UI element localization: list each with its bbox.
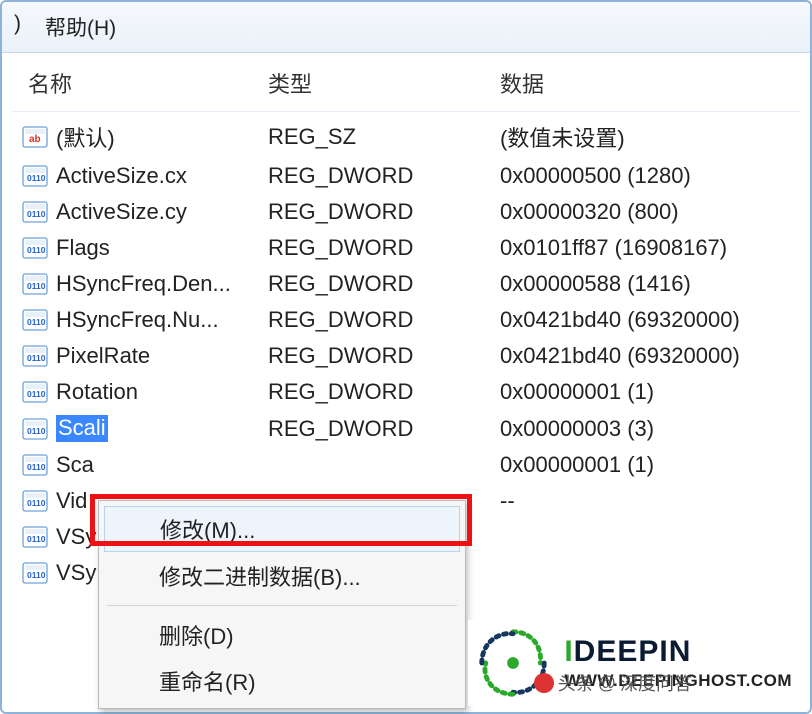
svg-text:ab: ab — [29, 134, 41, 145]
value-type: REG_DWORD — [268, 235, 500, 261]
column-headers: 名称 类型 数据 — [12, 57, 800, 112]
reg-binary-icon: 0110 — [22, 165, 48, 187]
value-data: (数值未设置) — [500, 121, 796, 153]
svg-text:0110: 0110 — [27, 353, 46, 363]
svg-text:0110: 0110 — [27, 281, 46, 291]
value-data: 0x00000001 (1) — [500, 452, 796, 478]
value-type: REG_DWORD — [268, 379, 500, 405]
value-type: REG_DWORD — [268, 163, 500, 189]
byline-at: @ — [598, 673, 616, 694]
ctx-separator — [107, 605, 457, 606]
svg-text:0110: 0110 — [27, 209, 46, 219]
value-name: Sca — [56, 452, 94, 478]
reg-binary-icon: 0110 — [22, 381, 48, 403]
reg-binary-icon: 0110 — [22, 526, 48, 548]
menu-help[interactable]: 帮助(H) — [33, 8, 128, 46]
value-data: 0x0421bd40 (69320000) — [500, 343, 796, 369]
value-name: Scali — [56, 415, 108, 442]
reg-binary-icon: 0110 — [22, 273, 48, 295]
byline: 头条 @ 深度问答 — [534, 670, 692, 696]
svg-text:0110: 0110 — [27, 498, 46, 508]
table-row[interactable]: 0110 Flags REG_DWORD0x0101ff87 (16908167) — [12, 230, 800, 266]
ctx-modify-binary[interactable]: 修改二进制数据(B)... — [101, 553, 463, 599]
value-name: ActiveSize.cx — [56, 163, 187, 189]
svg-text:0110: 0110 — [27, 173, 46, 183]
value-name: (默认) — [56, 121, 115, 153]
value-data: 0x00000320 (800) — [500, 199, 796, 225]
table-row[interactable]: 0110 Scali REG_DWORD0x00000003 (3) — [12, 410, 800, 447]
table-row[interactable]: 0110 Sca 0x00000001 (1) — [12, 447, 800, 483]
svg-text:0110: 0110 — [27, 534, 46, 544]
value-data: 0x00000500 (1280) — [500, 163, 796, 189]
reg-binary-icon: 0110 — [22, 309, 48, 331]
svg-text:0110: 0110 — [27, 317, 46, 327]
value-data: 0x00000588 (1416) — [500, 271, 796, 297]
reg-binary-icon: 0110 — [22, 418, 48, 440]
value-type: REG_DWORD — [268, 343, 500, 369]
column-type[interactable]: 类型 — [268, 67, 500, 99]
reg-binary-icon: 0110 — [22, 201, 48, 223]
value-type: REG_DWORD — [268, 271, 500, 297]
svg-text:0110: 0110 — [27, 389, 46, 399]
watermark-brand: IDEEPIN — [564, 635, 691, 669]
value-name: VSy — [56, 524, 96, 550]
reg-binary-icon: 0110 — [22, 490, 48, 512]
table-row[interactable]: 0110 HSyncFreq.Nu... REG_DWORD0x0421bd40 (… — [12, 302, 800, 338]
column-name[interactable]: 名称 — [28, 67, 268, 99]
value-type: REG_SZ — [268, 124, 500, 150]
reg-binary-icon: 0110 — [22, 345, 48, 367]
ctx-rename[interactable]: 重命名(R) — [101, 658, 463, 704]
value-name: Flags — [56, 235, 110, 261]
table-row[interactable]: 0110 HSyncFreq.Den... REG_DWORD0x00000588 … — [12, 266, 800, 302]
context-menu: 修改(M)... 修改二进制数据(B)... 删除(D) 重命名(R) — [98, 500, 466, 709]
table-row[interactable]: 0110 ActiveSize.cy REG_DWORD0x00000320 (80… — [12, 194, 800, 230]
menubar-truncated: ) — [2, 8, 33, 46]
table-row[interactable]: 0110 Rotation REG_DWORD0x00000001 (1) — [12, 374, 800, 410]
value-type: REG_DWORD — [268, 199, 500, 225]
reg-binary-icon: 0110 — [22, 562, 48, 584]
value-data: -- — [500, 488, 796, 514]
value-data: 0x00000001 (1) — [500, 379, 796, 405]
ctx-delete[interactable]: 删除(D) — [101, 612, 463, 658]
reg-binary-icon: 0110 — [22, 454, 48, 476]
menubar: ) 帮助(H) — [2, 2, 810, 53]
reg-binary-icon: 0110 — [22, 237, 48, 259]
svg-text:0110: 0110 — [27, 462, 46, 472]
value-name: VSy — [56, 560, 96, 586]
avatar-icon — [534, 673, 554, 693]
value-type: REG_DWORD — [268, 307, 500, 333]
reg-sz-icon: ab — [22, 126, 48, 148]
value-type: REG_DWORD — [268, 416, 500, 442]
value-name: HSyncFreq.Den... — [56, 271, 231, 297]
svg-text:0110: 0110 — [27, 570, 46, 580]
ctx-modify[interactable]: 修改(M)... — [104, 506, 460, 552]
value-data: 0x0421bd40 (69320000) — [500, 307, 796, 333]
byline-prefix: 头条 — [558, 670, 594, 696]
table-row[interactable]: ab (默认) REG_SZ(数值未设置) — [12, 116, 800, 158]
svg-text:0110: 0110 — [27, 426, 46, 436]
value-name: PixelRate — [56, 343, 150, 369]
value-name: Rotation — [56, 379, 138, 405]
value-name: HSyncFreq.Nu... — [56, 307, 219, 333]
column-data[interactable]: 数据 — [500, 67, 790, 99]
value-name: Vid — [56, 488, 87, 514]
value-data: 0x0101ff87 (16908167) — [500, 235, 796, 261]
svg-text:0110: 0110 — [27, 245, 46, 255]
value-data: 0x00000003 (3) — [500, 416, 796, 442]
table-row[interactable]: 0110 ActiveSize.cx REG_DWORD0x00000500 (12… — [12, 158, 800, 194]
table-row[interactable]: 0110 PixelRate REG_DWORD0x0421bd40 (693200… — [12, 338, 800, 374]
byline-name: 深度问答 — [620, 670, 692, 696]
value-name: ActiveSize.cy — [56, 199, 187, 225]
